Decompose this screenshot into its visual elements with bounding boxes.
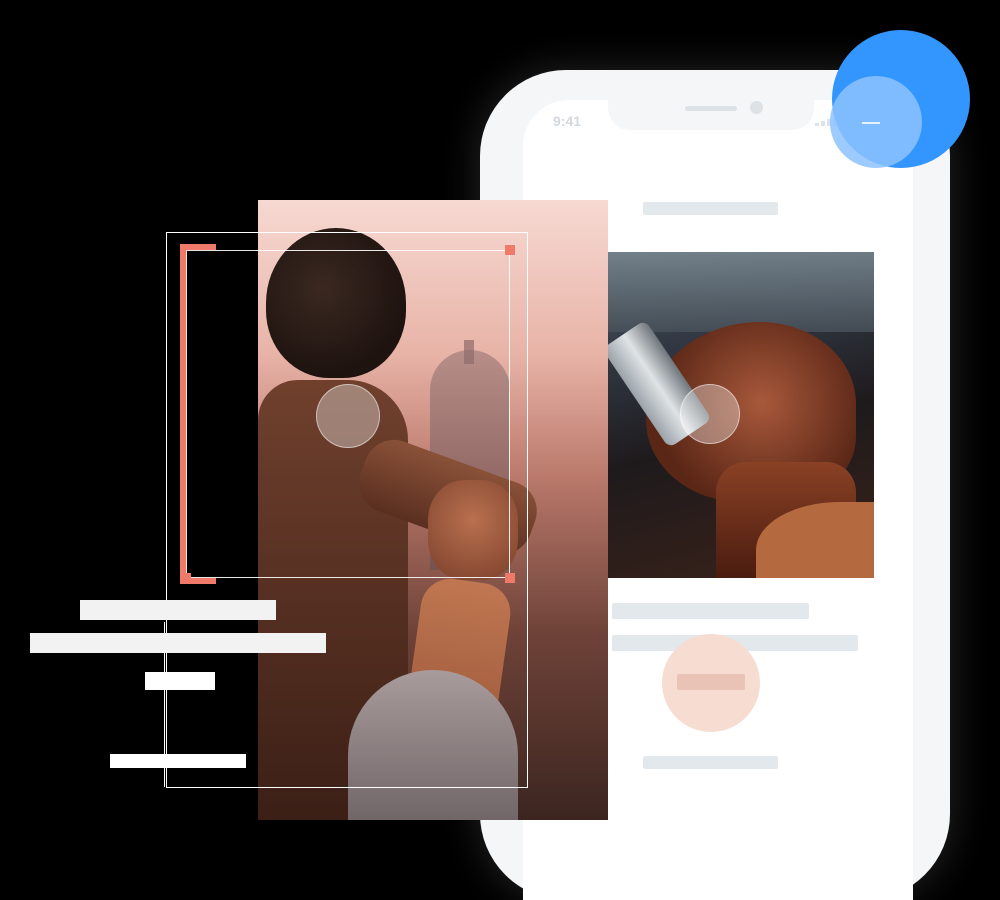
crop-handle-icon[interactable] xyxy=(505,573,515,583)
crop-frame-inner[interactable] xyxy=(186,250,510,578)
phone-notch xyxy=(608,100,814,130)
skeleton-footer xyxy=(643,756,778,769)
feed-photo-card[interactable] xyxy=(606,252,874,578)
status-time: 9:41 xyxy=(553,113,582,129)
label-placeholder xyxy=(145,672,215,690)
phone-speaker xyxy=(685,106,737,111)
action-button-label-placeholder xyxy=(677,674,745,690)
minus-icon xyxy=(862,122,880,124)
skeleton-title xyxy=(643,202,778,215)
crop-handle-icon[interactable] xyxy=(181,573,191,583)
focus-point-indicator[interactable] xyxy=(680,384,740,444)
crop-edge-top[interactable] xyxy=(186,244,216,250)
skeleton-text-line xyxy=(612,603,809,619)
crop-handle-icon[interactable] xyxy=(505,245,515,255)
photo-background xyxy=(606,252,874,332)
label-placeholder xyxy=(110,754,246,768)
label-placeholder xyxy=(80,600,276,620)
label-placeholder xyxy=(30,633,326,653)
phone-camera xyxy=(750,101,763,114)
crop-edge-left[interactable] xyxy=(180,244,186,584)
